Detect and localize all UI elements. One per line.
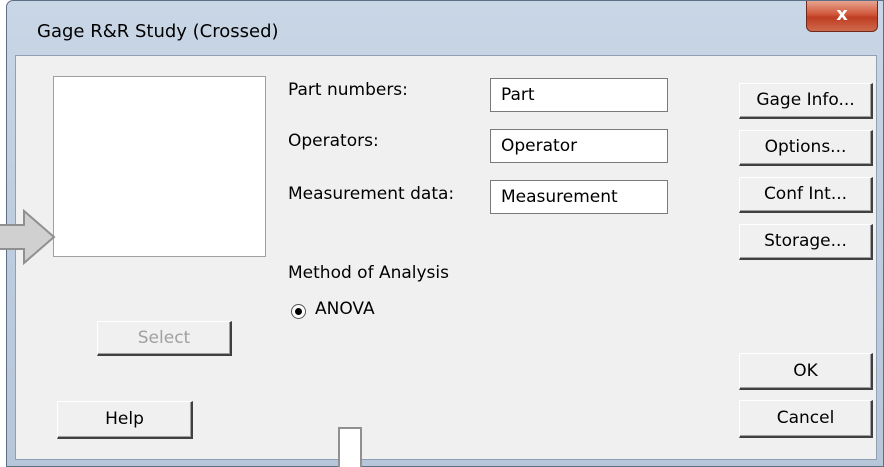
options-label: Options... [764, 137, 847, 157]
help-button-label: Help [105, 409, 144, 429]
anova-label[interactable]: ANOVA [315, 299, 375, 319]
select-button-label: Select [137, 328, 191, 348]
close-button[interactable]: x [806, 1, 878, 32]
measurement-data-field[interactable]: Measurement [490, 180, 668, 214]
gage-info-label: Gage Info... [756, 90, 855, 110]
part-numbers-field[interactable]: Part [490, 78, 668, 112]
pointer-arrow-right-icon [0, 208, 56, 266]
options-button[interactable]: Options... [739, 130, 873, 166]
dialog-body: Select Help Part numbers: Part Operators… [15, 55, 877, 460]
conf-int-label: Conf Int... [763, 184, 848, 204]
storage-button[interactable]: Storage... [739, 224, 873, 260]
gage-rr-dialog: Gage R&R Study (Crossed) x Select Help P… [6, 0, 884, 467]
ok-button[interactable]: OK [739, 353, 873, 390]
cancel-label: Cancel [776, 408, 835, 428]
anova-radio[interactable] [291, 304, 306, 319]
close-icon: x [836, 4, 848, 25]
storage-label: Storage... [764, 231, 847, 251]
operators-label: Operators: [288, 131, 379, 151]
operators-field[interactable]: Operator [490, 129, 668, 163]
conf-int-button[interactable]: Conf Int... [739, 177, 873, 213]
gage-info-button[interactable]: Gage Info... [739, 83, 873, 119]
help-button[interactable]: Help [57, 401, 193, 439]
ok-label: OK [793, 361, 818, 381]
dialog-title: Gage R&R Study (Crossed) [37, 21, 279, 42]
part-numbers-label: Part numbers: [288, 80, 408, 100]
title-bar[interactable]: Gage R&R Study (Crossed) x [7, 1, 883, 55]
select-button[interactable]: Select [97, 321, 232, 356]
pointer-arrow-up-icon [338, 427, 362, 467]
cancel-button[interactable]: Cancel [739, 400, 873, 438]
measurement-data-label: Measurement data: [288, 184, 455, 204]
variable-list[interactable] [53, 76, 266, 257]
method-heading: Method of Analysis [288, 263, 449, 283]
